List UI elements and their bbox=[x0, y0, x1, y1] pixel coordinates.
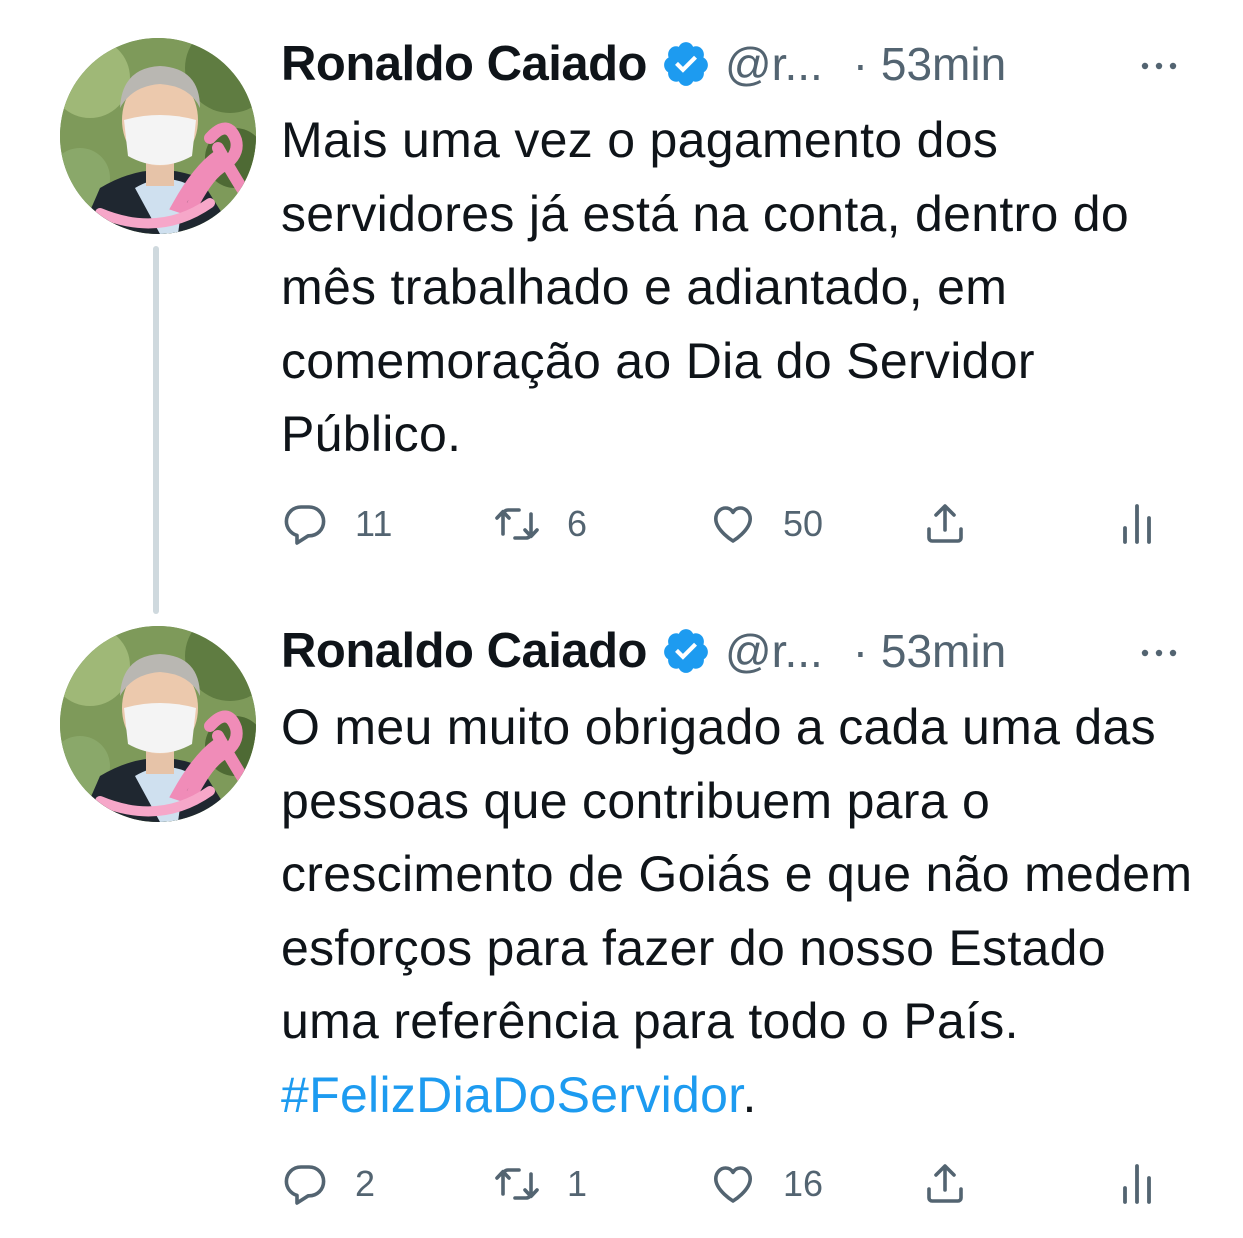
retweet-button[interactable]: 1 bbox=[493, 1154, 587, 1214]
retweet-icon bbox=[493, 1160, 541, 1208]
share-upload-icon bbox=[921, 1160, 969, 1208]
more-dots-icon[interactable] bbox=[1135, 42, 1183, 90]
like-button[interactable]: 16 bbox=[709, 1154, 823, 1214]
tweet-text: O meu muito obrigado a cada uma das pess… bbox=[281, 691, 1201, 1132]
tweet-header: Ronaldo Caiado @r... · 53min bbox=[281, 34, 1201, 94]
like-count: 50 bbox=[783, 503, 824, 544]
tweet-actions: 11 6 50 bbox=[281, 494, 1181, 554]
author-name[interactable]: Ronaldo Caiado bbox=[281, 623, 647, 679]
tweet-header: Ronaldo Caiado @r... · 53min bbox=[281, 621, 1201, 681]
author-handle[interactable]: @r... bbox=[725, 624, 823, 678]
hashtag-link[interactable]: #FelizDiaDoServidor bbox=[281, 1067, 742, 1123]
verified-badge-icon bbox=[661, 39, 711, 89]
analytics-bars-icon bbox=[1113, 1160, 1161, 1208]
tweet-text-end: . bbox=[742, 1066, 757, 1123]
reply-count: 2 bbox=[355, 1163, 376, 1204]
retweet-count: 1 bbox=[567, 1163, 588, 1204]
avatar[interactable] bbox=[60, 626, 256, 822]
heart-icon bbox=[709, 500, 757, 548]
reply-count: 11 bbox=[355, 503, 393, 544]
tweet[interactable]: Ronaldo Caiado @r... · 53min O meu muito… bbox=[0, 590, 1243, 1238]
tweet-actions: 2 1 16 bbox=[281, 1154, 1181, 1214]
reply-bubble-icon bbox=[281, 500, 329, 548]
verified-badge-icon bbox=[661, 626, 711, 676]
analytics-button[interactable] bbox=[1113, 494, 1161, 554]
analytics-bars-icon bbox=[1113, 500, 1161, 548]
thread-connector-line bbox=[153, 246, 159, 614]
tweet-text-content: O meu muito obrigado a cada uma das pess… bbox=[281, 699, 1193, 1049]
avatar-photo bbox=[60, 38, 256, 234]
more-dots-icon[interactable] bbox=[1135, 629, 1183, 677]
author-name[interactable]: Ronaldo Caiado bbox=[281, 36, 647, 92]
tweet[interactable]: Ronaldo Caiado @r... · 53min Mais uma ve… bbox=[0, 0, 1243, 614]
like-button[interactable]: 50 bbox=[709, 494, 823, 554]
tweet-timestamp[interactable]: · 53min bbox=[853, 624, 1006, 678]
tweet-timestamp[interactable]: · 53min bbox=[853, 37, 1006, 91]
like-count: 16 bbox=[783, 1163, 824, 1204]
retweet-button[interactable]: 6 bbox=[493, 494, 587, 554]
share-upload-icon bbox=[921, 500, 969, 548]
retweet-count: 6 bbox=[567, 503, 588, 544]
avatar-photo bbox=[60, 626, 256, 822]
reply-bubble-icon bbox=[281, 1160, 329, 1208]
analytics-button[interactable] bbox=[1113, 1154, 1161, 1214]
heart-icon bbox=[709, 1160, 757, 1208]
share-button[interactable] bbox=[921, 494, 969, 554]
tweet-text: Mais uma vez o pagamento dos servidores … bbox=[281, 112, 1130, 462]
share-button[interactable] bbox=[921, 1154, 969, 1214]
author-handle[interactable]: @r... bbox=[725, 37, 823, 91]
reply-button[interactable]: 11 bbox=[281, 494, 392, 554]
retweet-icon bbox=[493, 500, 541, 548]
avatar[interactable] bbox=[60, 38, 256, 234]
reply-button[interactable]: 2 bbox=[281, 1154, 375, 1214]
